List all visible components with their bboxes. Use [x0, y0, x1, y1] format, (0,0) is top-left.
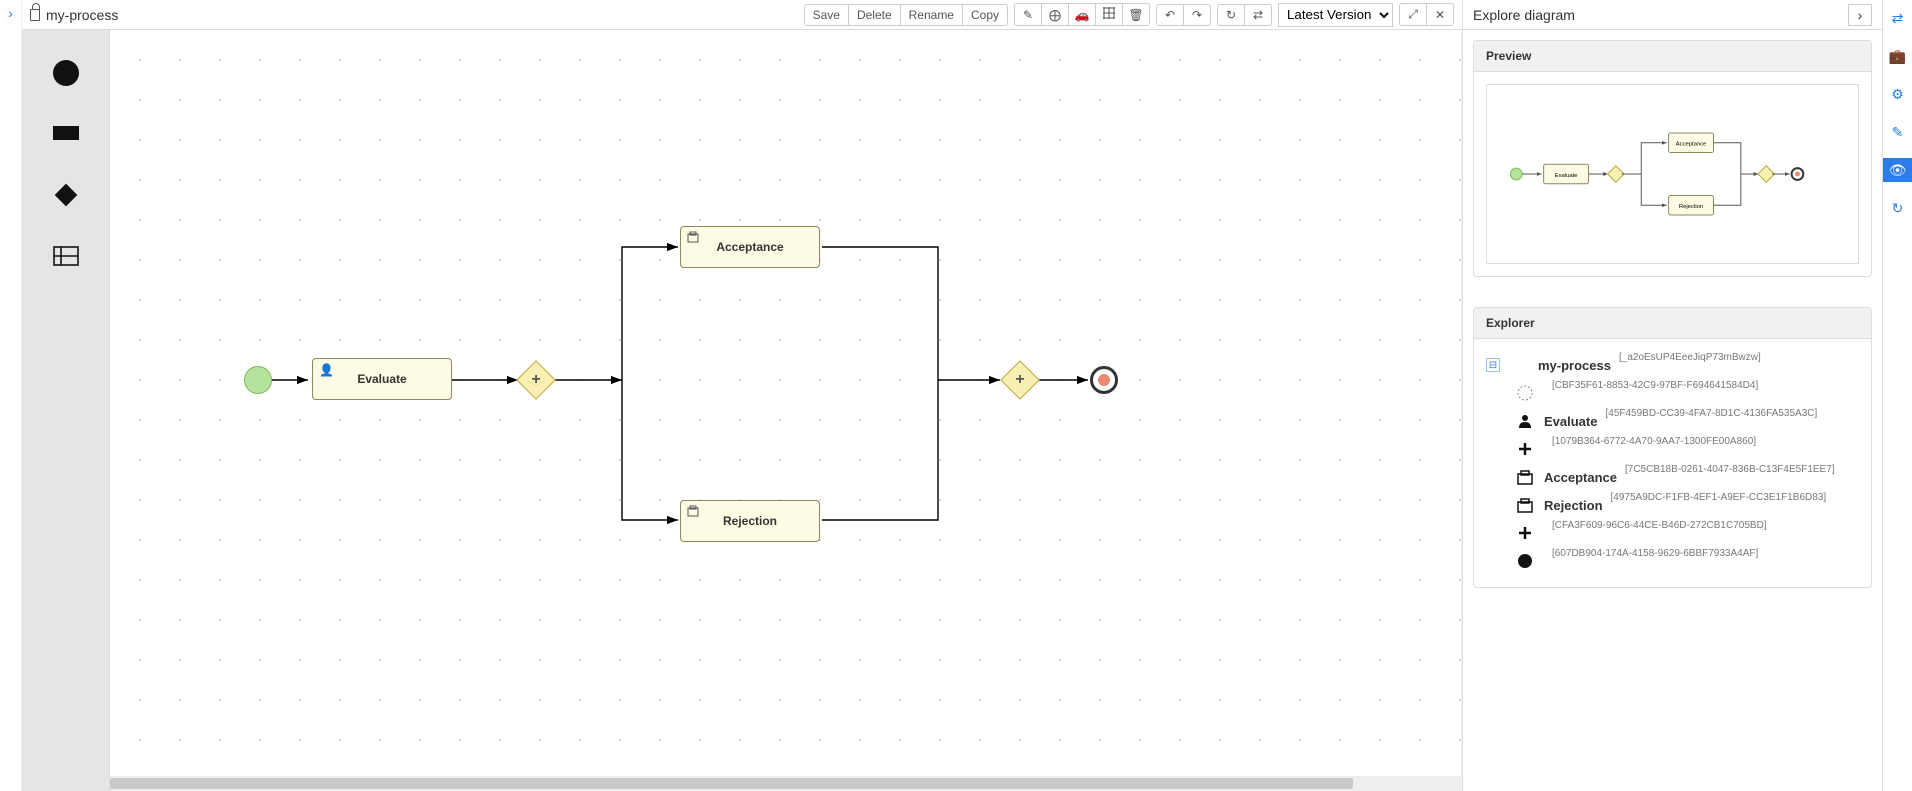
side-panel-title: Explore diagram: [1473, 7, 1575, 23]
svg-text:Acceptance: Acceptance: [1676, 142, 1707, 148]
version-select[interactable]: Latest Version: [1278, 3, 1393, 27]
side-panel: Explore diagram › Preview Eva: [1462, 0, 1882, 791]
refresh-icon[interactable]: ↻: [1217, 4, 1245, 26]
left-panel-expand[interactable]: ›: [0, 0, 22, 791]
tree-item-rejection[interactable]: Rejection [4975A9DC-F1FB-4EF1-A9EF-CC3E1…: [1514, 491, 1859, 519]
collapse-icon[interactable]: ⊟: [1486, 358, 1500, 372]
end-event[interactable]: [1090, 366, 1118, 394]
tree-root[interactable]: ⊟ my-process [_a2oEsUP4EeeJiqP73mBwzw]: [1486, 351, 1859, 379]
sync-icon[interactable]: ⇄: [1244, 4, 1272, 26]
palette-task[interactable]: [51, 124, 81, 144]
process-icon: [1508, 354, 1530, 376]
rename-button[interactable]: Rename: [900, 4, 963, 26]
grid-icon[interactable]: [1095, 3, 1123, 26]
preview-box[interactable]: Evaluate Acceptance Rejection: [1486, 84, 1859, 264]
service-task-icon: [687, 505, 699, 520]
svg-text:Rejection: Rejection: [1679, 204, 1703, 210]
tree-item-end[interactable]: [607DB904-174A-4158-9629-6BBF7933A4AF]: [1514, 547, 1859, 575]
tree-item-gateway-split[interactable]: [1079B364-6772-4A70-9AA7-1300FE00A860]: [1514, 435, 1859, 463]
end-event-icon: [1514, 550, 1536, 572]
trash-icon[interactable]: 🗑: [1122, 3, 1150, 26]
undo-icon[interactable]: ↶: [1156, 4, 1184, 26]
tree-item-gateway-join[interactable]: [CFA3F609-96C6-44CE-B46D-272CB1C705BD]: [1514, 519, 1859, 547]
rail-refresh-icon[interactable]: ↻: [1883, 196, 1912, 220]
delete-button[interactable]: Delete: [848, 4, 901, 26]
service-icon: [1514, 494, 1536, 516]
tree-item-evaluate[interactable]: Evaluate [45F459BD-CC39-4FA7-8D1C-4136FA…: [1514, 407, 1859, 435]
right-rail: ⇄ 💼 ⚙ ✎ 👁 ↻: [1882, 0, 1912, 791]
palette-lane[interactable]: [53, 246, 79, 266]
service-task-icon: [687, 231, 699, 246]
task-acceptance[interactable]: Acceptance: [680, 226, 820, 268]
target-icon[interactable]: ⨁: [1041, 3, 1069, 26]
tree-item-start[interactable]: [CBF35F61-8853-42C9-97BF-F694641584D4]: [1514, 379, 1859, 407]
preview-card: Preview Evaluate: [1473, 40, 1872, 277]
gateway-icon: [1514, 438, 1536, 460]
palette: [22, 30, 110, 791]
preview-title: Preview: [1474, 41, 1871, 72]
save-button[interactable]: Save: [804, 4, 849, 26]
car-icon[interactable]: 🚗: [1068, 3, 1096, 26]
start-event[interactable]: [244, 366, 272, 394]
copy-button[interactable]: Copy: [962, 4, 1008, 26]
canvas-wrap: 👤 Evaluate + Acceptance Re: [110, 30, 1462, 791]
explorer-title: Explorer: [1474, 308, 1871, 339]
service-icon: [1514, 466, 1536, 488]
user-icon: [1514, 410, 1536, 432]
pencil-icon[interactable]: ✎: [1014, 3, 1042, 26]
rail-briefcase-icon[interactable]: 💼: [1883, 44, 1912, 68]
flow-lines: [110, 30, 1461, 791]
rail-edit-icon[interactable]: ✎: [1883, 120, 1912, 144]
task-rejection[interactable]: Rejection: [680, 500, 820, 542]
canvas-scrollbar[interactable]: [110, 776, 1461, 791]
start-event-icon: [1514, 382, 1536, 404]
task-label: Acceptance: [716, 240, 783, 254]
svg-text:Evaluate: Evaluate: [1555, 173, 1578, 179]
task-label: Rejection: [723, 514, 777, 528]
gateway-split[interactable]: +: [516, 360, 556, 400]
explorer-card: Explorer ⊟ my-process [_a2oEsUP4EeeJiqP7…: [1473, 307, 1872, 588]
user-task-icon: 👤: [319, 363, 334, 377]
rail-eye-icon[interactable]: 👁: [1883, 158, 1912, 182]
page-title: my-process: [46, 7, 118, 23]
tree-item-acceptance[interactable]: Acceptance [7C5CB18B-0261-4047-836B-C13F…: [1514, 463, 1859, 491]
lock-icon: [30, 9, 40, 21]
rail-gear-icon[interactable]: ⚙: [1883, 82, 1912, 106]
gateway-icon: [1514, 522, 1536, 544]
palette-start-event[interactable]: [51, 58, 81, 88]
task-evaluate[interactable]: 👤 Evaluate: [312, 358, 452, 400]
redo-icon[interactable]: ↷: [1183, 4, 1211, 26]
topbar: my-process Save Delete Rename Copy ✎ ⨁ 🚗…: [22, 0, 1462, 30]
collapse-sidepanel-button[interactable]: ›: [1848, 4, 1872, 26]
canvas[interactable]: 👤 Evaluate + Acceptance Re: [110, 30, 1461, 791]
palette-gateway[interactable]: [51, 180, 81, 210]
gateway-join[interactable]: +: [1000, 360, 1040, 400]
close-icon[interactable]: ✕: [1426, 3, 1454, 26]
rail-shuffle-icon[interactable]: ⇄: [1883, 6, 1912, 30]
expand-icon[interactable]: ⤢: [1399, 3, 1427, 26]
task-label: Evaluate: [357, 372, 406, 386]
